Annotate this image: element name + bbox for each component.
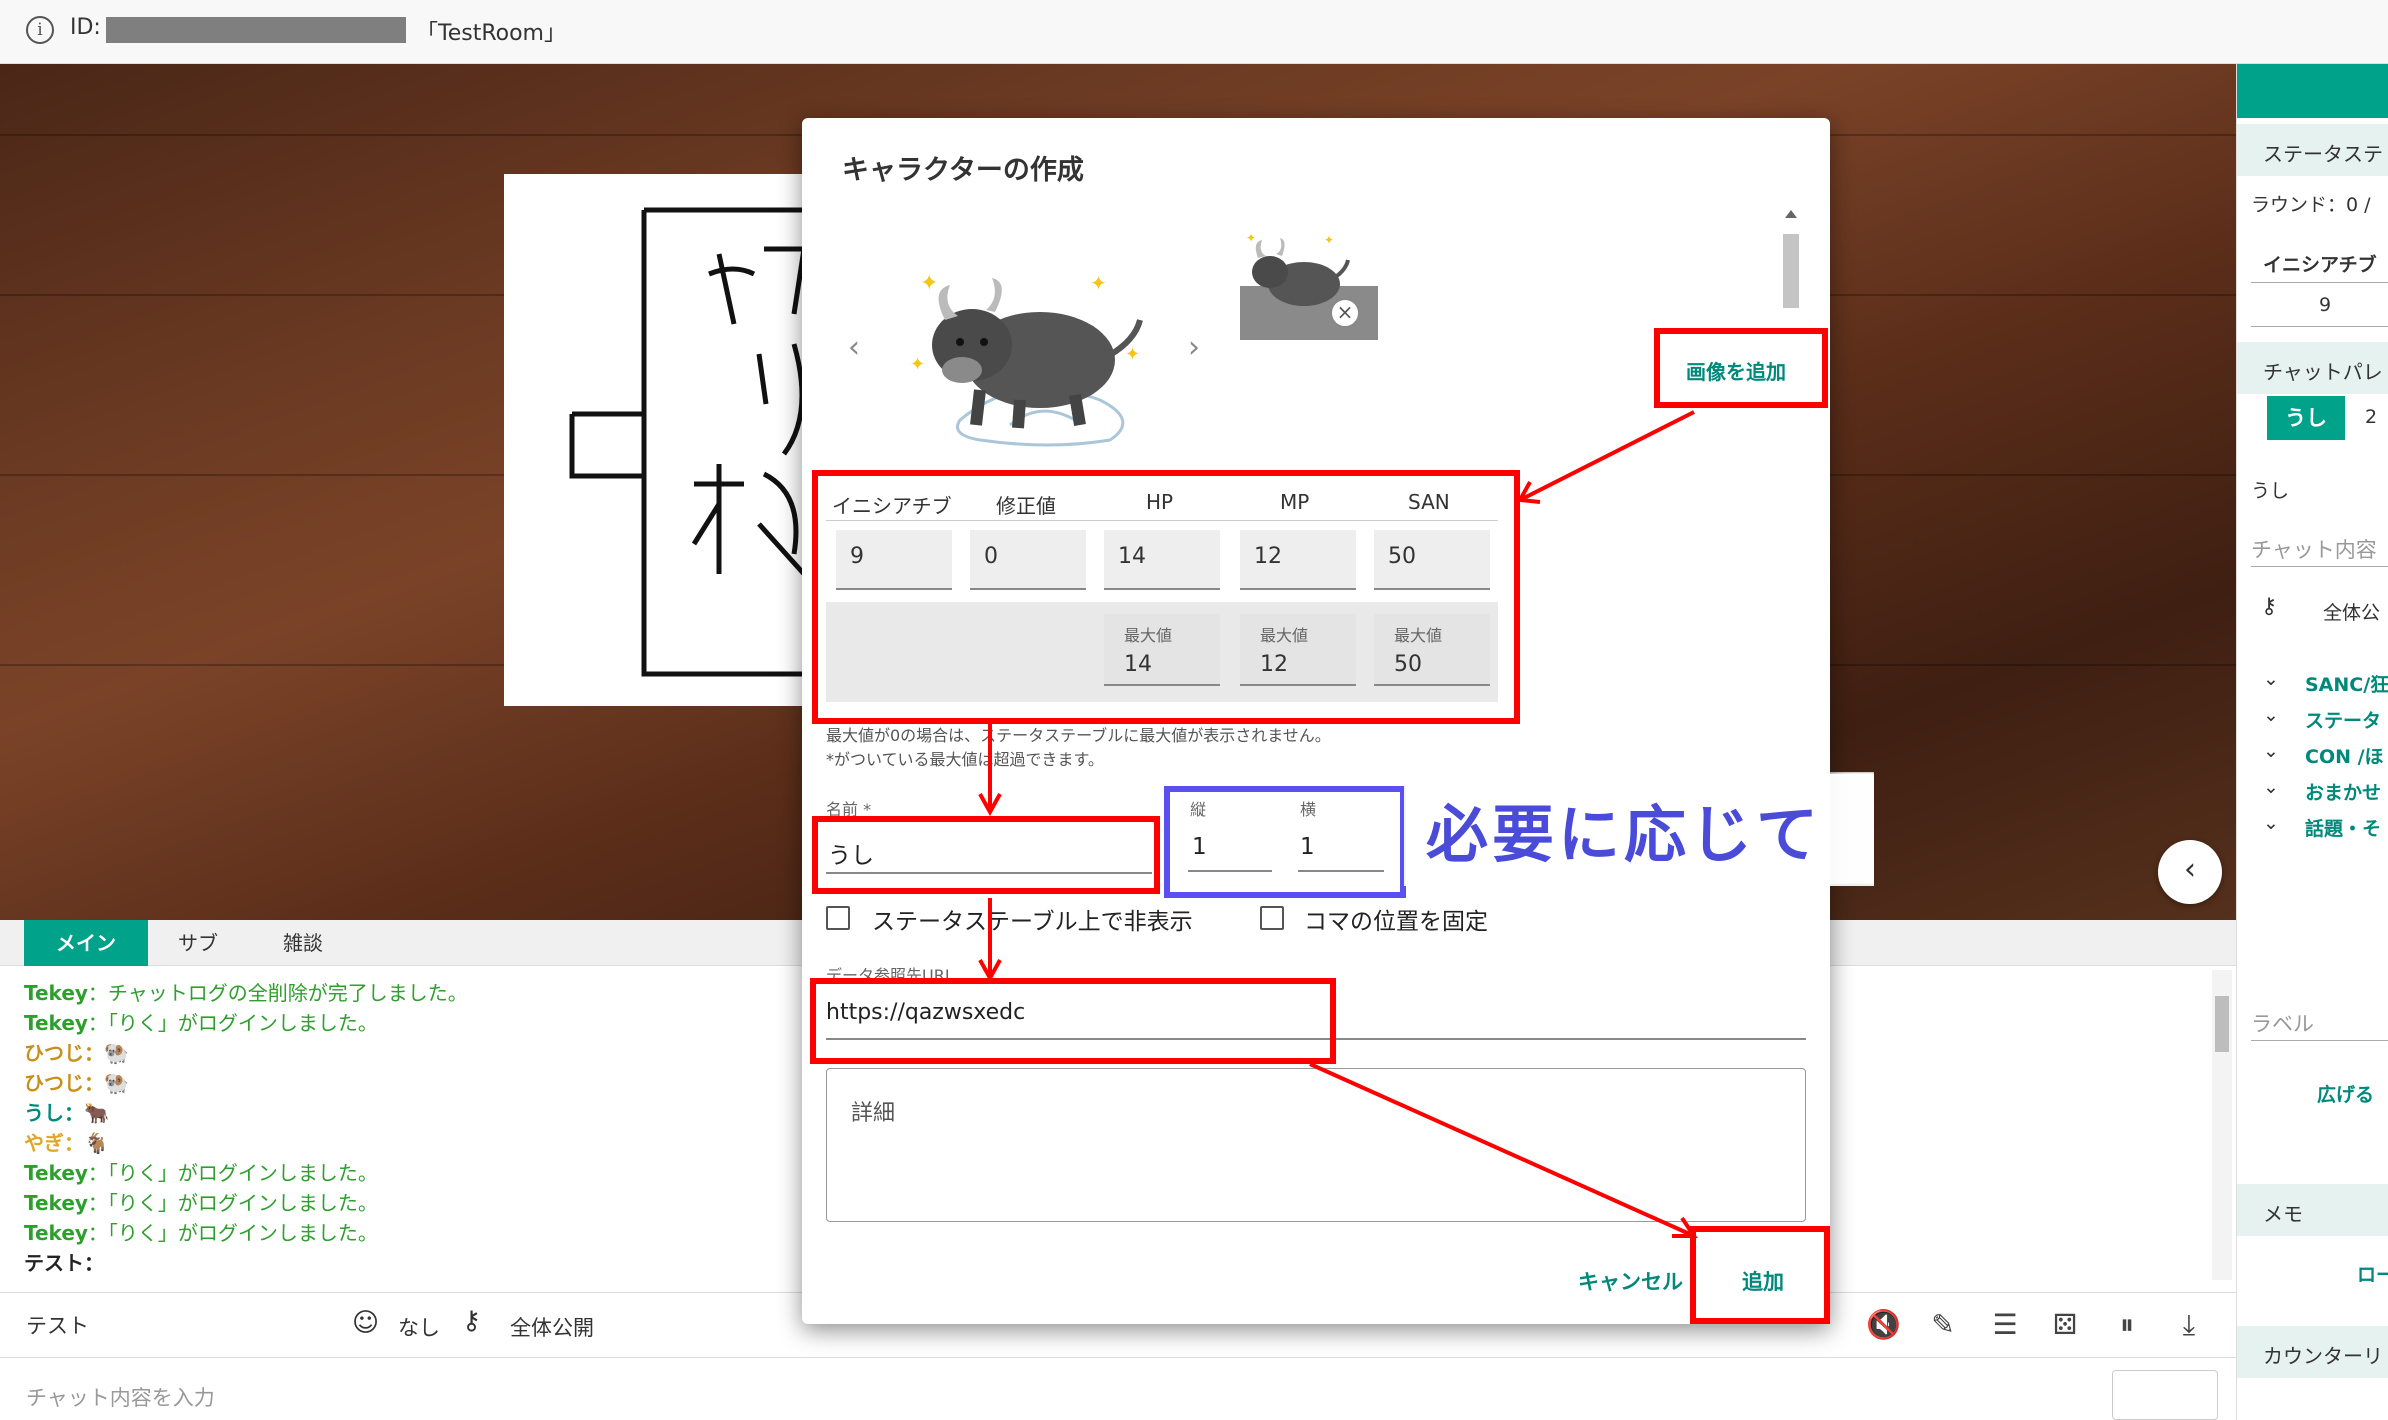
annotation-arrows xyxy=(978,410,1698,1238)
